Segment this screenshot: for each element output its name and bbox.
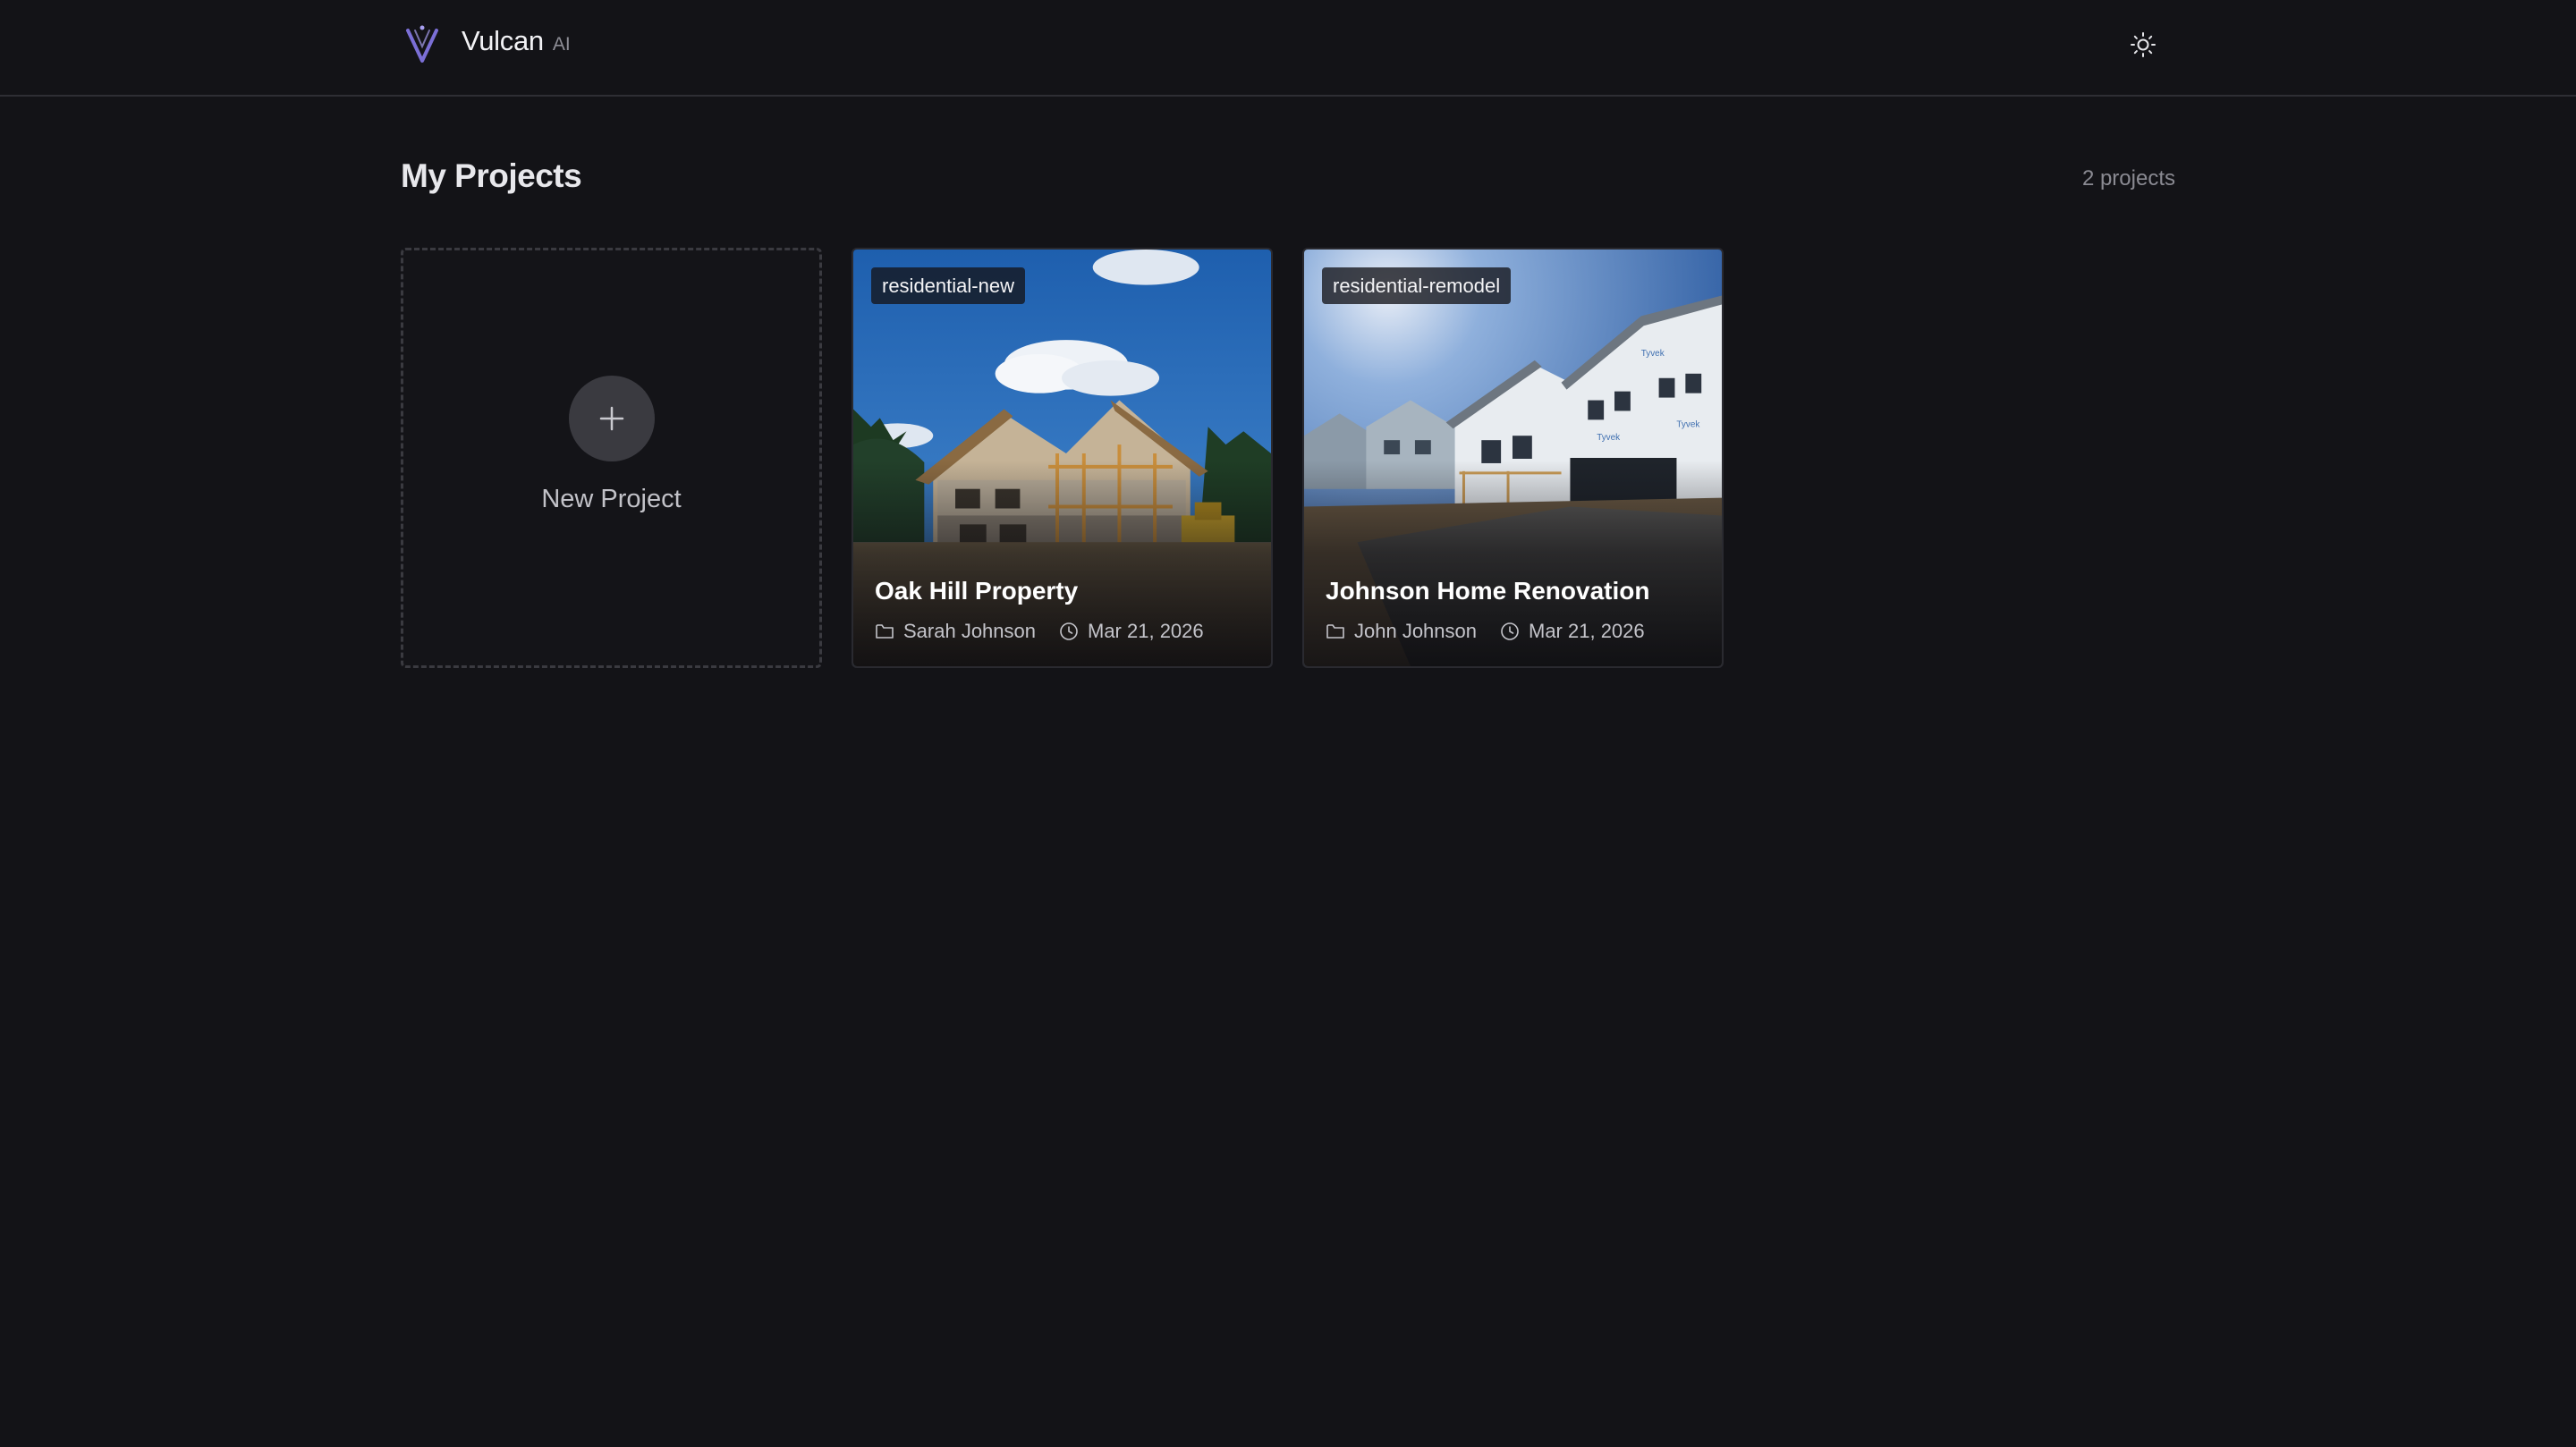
plus-icon bbox=[568, 375, 655, 461]
brand[interactable]: Vulcan AI bbox=[462, 25, 571, 64]
project-type-badge: residential-new bbox=[871, 267, 1025, 304]
project-card[interactable]: residential-new Oak Hill Property Sarah … bbox=[852, 248, 1273, 668]
folder-icon bbox=[1326, 622, 1345, 641]
project-meta: Sarah Johnson Mar 21, 2026 bbox=[875, 620, 1204, 643]
folder-icon bbox=[875, 622, 894, 641]
project-title: Oak Hill Property bbox=[875, 577, 1079, 605]
svg-text:Tyvek: Tyvek bbox=[1641, 349, 1665, 359]
project-card[interactable]: Tyvek Tyvek Tyvek residential-remodel Jo… bbox=[1302, 248, 1724, 668]
svg-text:Tyvek: Tyvek bbox=[1597, 433, 1620, 443]
project-owner: Sarah Johnson bbox=[903, 620, 1036, 642]
theme-toggle-button[interactable] bbox=[2123, 27, 2163, 66]
new-project-label: New Project bbox=[541, 484, 682, 513]
clock-icon bbox=[1059, 622, 1079, 641]
project-date: Mar 21, 2026 bbox=[1088, 620, 1204, 642]
brand-suffix: AI bbox=[552, 34, 571, 55]
page-title: My Projects bbox=[401, 157, 582, 194]
vulcan-logo-icon[interactable] bbox=[401, 23, 444, 66]
project-owner: John Johnson bbox=[1354, 620, 1477, 642]
project-date: Mar 21, 2026 bbox=[1529, 620, 1645, 642]
project-type-badge: residential-remodel bbox=[1322, 267, 1512, 304]
new-project-card[interactable]: New Project bbox=[401, 248, 822, 668]
project-title: Johnson Home Renovation bbox=[1326, 577, 1650, 605]
sun-icon bbox=[2129, 30, 2157, 63]
project-count: 2 projects bbox=[2081, 166, 2175, 190]
top-bar: Vulcan AI bbox=[0, 0, 2576, 97]
svg-text:Tyvek: Tyvek bbox=[1676, 419, 1699, 429]
clock-icon bbox=[1500, 622, 1520, 641]
project-meta: John Johnson Mar 21, 2026 bbox=[1326, 620, 1645, 643]
brand-name: Vulcan bbox=[462, 25, 544, 56]
